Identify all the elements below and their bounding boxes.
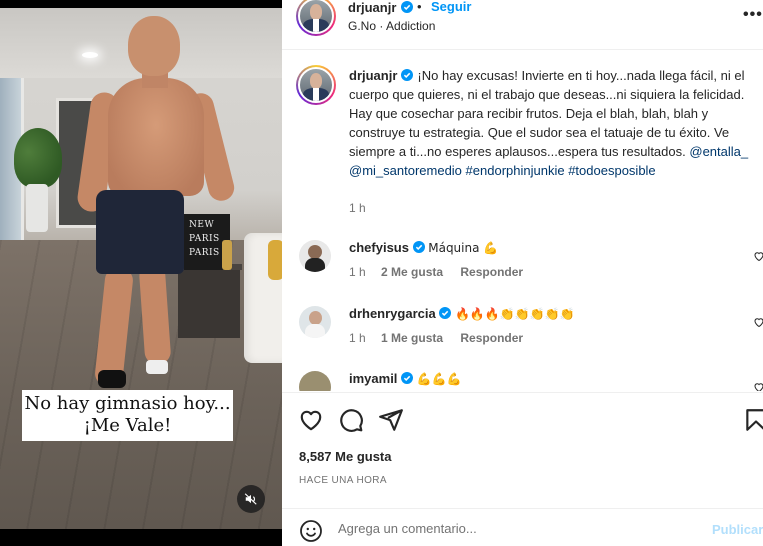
caption-time: 1 h <box>349 201 366 215</box>
comment-like-icon[interactable] <box>753 250 763 262</box>
post-video[interactable]: NEW PARIS PARIS No hay gimnasio hoy... ¡… <box>0 0 282 546</box>
caption-text: ¡No hay excusas! Invierte en ti hoy...na… <box>349 68 745 160</box>
header-user: drjuanjr <box>348 0 413 17</box>
plant-pot <box>26 184 48 232</box>
publish-button[interactable]: Publicar <box>712 522 763 537</box>
comment-meta: 1 h 1 Me gusta Responder <box>349 331 523 345</box>
comment-username[interactable]: imyamil <box>349 371 397 386</box>
comment-meta: 1 h 2 Me gusta Responder <box>349 265 523 279</box>
post-header: drjuanjr • Seguir G.No · Addiction ••• <box>282 0 763 50</box>
comment-text: Máquina 💪 <box>428 241 499 255</box>
caption-username[interactable]: drjuanjr <box>349 68 397 83</box>
mention-link[interactable]: @mi_santoremedio <box>349 163 462 178</box>
audio-track[interactable]: G.No · Addiction <box>348 19 435 33</box>
separator-dot: • <box>417 0 422 14</box>
mute-toggle-button[interactable] <box>237 485 265 513</box>
speaker-muted-icon <box>244 493 257 505</box>
comment-body: chefyisus Máquina 💪 <box>349 240 498 255</box>
comment-composer: Publicar <box>282 508 763 546</box>
comment-text: 🔥🔥🔥👏👏👏👏👏 <box>454 307 575 321</box>
comment-avatar[interactable] <box>299 306 331 338</box>
video-text-overlay: No hay gimnasio hoy... ¡Me Vale! <box>22 390 233 441</box>
comment-input[interactable] <box>338 521 688 536</box>
ceiling-light <box>82 52 98 58</box>
comment-like-count[interactable]: 2 Me gusta <box>381 265 443 279</box>
post-panel: drjuanjr • Seguir G.No · Addiction ••• d… <box>282 0 763 546</box>
reply-button[interactable]: Responder <box>460 265 523 279</box>
post-action-bar <box>282 392 763 448</box>
header-username[interactable]: drjuanjr <box>348 0 396 15</box>
caption-avatar[interactable] <box>296 65 336 105</box>
post-timestamp: HACE UNA HORA <box>299 475 387 486</box>
overlay-line: ¡Me Vale! <box>83 415 172 436</box>
verified-badge-icon <box>401 372 414 384</box>
person-torso <box>108 78 204 196</box>
comment-icon[interactable] <box>338 407 364 433</box>
comment-text: 💪💪💪 <box>416 372 462 386</box>
avatar-image <box>298 0 334 34</box>
person-shorts <box>96 190 184 274</box>
reply-button[interactable]: Responder <box>460 331 523 345</box>
comment-item: drhenrygarcia 🔥🔥🔥👏👏👏👏👏 1 h 1 Me gusta Re… <box>282 306 763 366</box>
mention-link[interactable]: @entalla_ <box>689 144 748 159</box>
post-caption: drjuanjr ¡No hay excusas! Invierte en ti… <box>349 66 751 181</box>
person-head <box>128 16 180 76</box>
comment-time: 1 h <box>349 265 366 279</box>
book-spine: PARIS <box>189 248 220 258</box>
emoji-icon[interactable] <box>299 519 323 543</box>
side-table <box>178 268 240 338</box>
overlay-line: No hay gimnasio hoy... <box>24 393 231 414</box>
comment-like-count[interactable]: 1 Me gusta <box>381 331 443 345</box>
comment-username[interactable]: drhenrygarcia <box>349 306 436 321</box>
avatar-image <box>298 67 334 103</box>
comment-item: chefyisus Máquina 💪 1 h 2 Me gusta Respo… <box>282 240 763 300</box>
cushion <box>268 240 282 280</box>
person-shoe <box>98 370 126 388</box>
verified-badge-icon <box>400 1 413 13</box>
book-spine: NEW <box>189 220 215 230</box>
hashtag-link[interactable]: #todoesposible <box>568 163 655 178</box>
like-count[interactable]: 8,587 Me gusta <box>299 449 392 464</box>
comment-body: drhenrygarcia 🔥🔥🔥👏👏👏👏👏 <box>349 306 574 321</box>
verified-badge-icon <box>439 307 452 319</box>
comment-username[interactable]: chefyisus <box>349 240 409 255</box>
comment-like-icon[interactable] <box>753 316 763 328</box>
share-icon[interactable] <box>378 407 404 433</box>
more-options-icon[interactable]: ••• <box>743 6 763 24</box>
plant <box>14 128 62 188</box>
book-spine: PARIS <box>189 234 220 244</box>
verified-badge-icon <box>401 69 414 81</box>
vase <box>222 240 232 270</box>
heart-icon[interactable] <box>298 407 324 433</box>
comment-item: imyamil 💪💪💪 <box>282 371 763 391</box>
avatar[interactable] <box>296 0 336 36</box>
comment-avatar[interactable] <box>299 240 331 272</box>
comment-like-icon[interactable] <box>753 381 763 391</box>
follow-button[interactable]: Seguir <box>431 0 471 14</box>
video-frame[interactable]: NEW PARIS PARIS No hay gimnasio hoy... ¡… <box>0 8 282 529</box>
comment-avatar[interactable] <box>299 371 331 391</box>
hashtag-link[interactable]: #endorphinjunkie <box>466 163 565 178</box>
verified-badge-icon <box>412 241 425 253</box>
comment-body: imyamil 💪💪💪 <box>349 371 462 386</box>
person-shoe <box>146 360 168 374</box>
comments-list[interactable]: drjuanjr ¡No hay excusas! Invierte en ti… <box>282 51 763 391</box>
comment-time: 1 h <box>349 331 366 345</box>
bookmark-icon[interactable] <box>743 407 763 433</box>
